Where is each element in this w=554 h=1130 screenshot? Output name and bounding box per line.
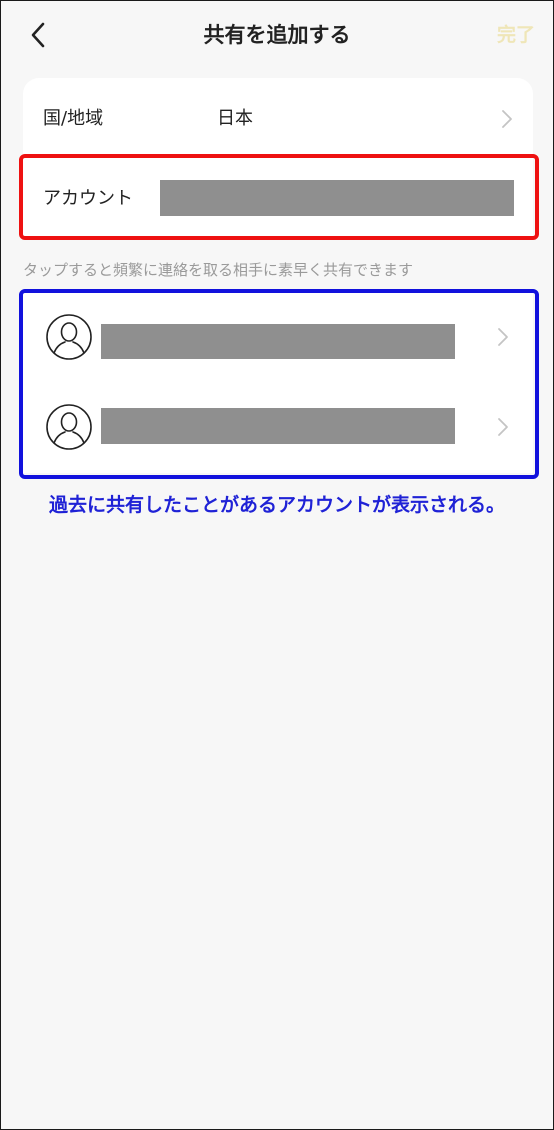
hint-text: タップすると頻繁に連絡を取る相手に素早く共有できます [23,261,414,279]
blue-highlight-box [19,289,539,479]
app-screen: 共有を追加する 完了 国/地域 日本 アカウント タップすると頻繁に連絡を取る相… [0,0,554,1130]
chevron-right-icon [499,108,515,130]
page-title: 共有を追加する [203,23,351,47]
region-label: 国/地域 [43,108,104,129]
region-row[interactable]: 国/地域 日本 [23,78,533,156]
done-button[interactable]: 完了 [497,19,535,51]
region-value: 日本 [217,108,253,129]
annotation-text: 過去に共有したことがあるアカウントが表示される。 [48,494,505,516]
red-highlight-box [19,154,539,240]
header: 共有を追加する 完了 [1,1,553,69]
